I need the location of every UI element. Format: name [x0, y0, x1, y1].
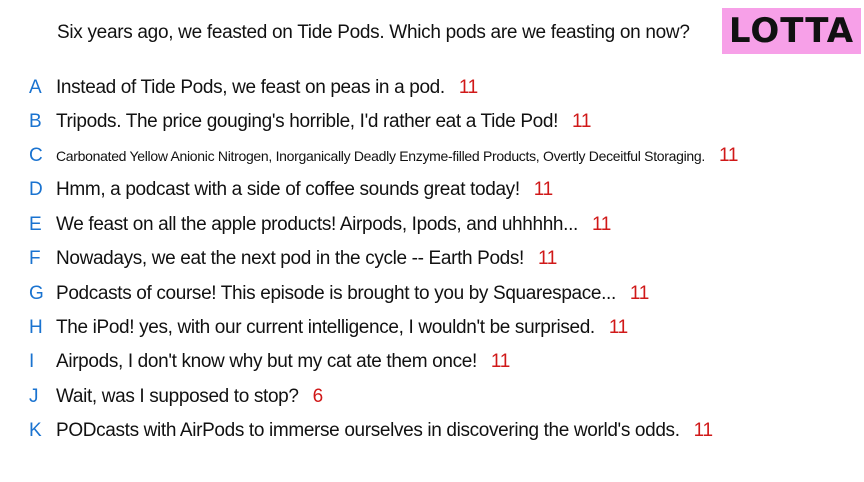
answer-text-value: Podcasts of course! This episode is brou… — [56, 283, 616, 304]
answer-letter: D — [29, 179, 43, 200]
answer-score: 11 — [458, 77, 478, 98]
answer-score: 11 — [490, 351, 510, 372]
answer-text: Carbonated Yellow Anionic Nitrogen, Inor… — [56, 145, 738, 167]
answer-text: Hmm, a podcast with a side of coffee sou… — [56, 179, 553, 201]
answer-letter: I — [29, 351, 35, 372]
answer-score: 11 — [693, 420, 713, 441]
answer-letter: A — [29, 77, 42, 98]
answer-text-value: PODcasts with AirPods to immerse ourselv… — [56, 420, 680, 441]
answer-score: 11 — [572, 111, 592, 132]
answer-text-value: Nowadays, we eat the next pod in the cyc… — [56, 248, 524, 269]
answer-letter: B — [29, 111, 42, 132]
answer-score: 11 — [719, 145, 739, 166]
answer-letter: G — [29, 283, 44, 304]
answer-letter: F — [29, 248, 41, 269]
answer-text-value: Wait, was I supposed to stop? — [56, 386, 299, 407]
answer-list: A Instead of Tide Pods, we feast on peas… — [0, 0, 864, 482]
answer-text-value: We feast on all the apple products! Airp… — [56, 214, 578, 235]
answer-letter: H — [29, 317, 43, 338]
answer-text-value: Instead of Tide Pods, we feast on peas i… — [56, 77, 445, 98]
answer-text: Tripods. The price gouging's horrible, I… — [56, 111, 591, 133]
answer-text-value: Tripods. The price gouging's horrible, I… — [56, 111, 559, 132]
answer-text: The iPod! yes, with our current intellig… — [56, 317, 628, 339]
answer-letter: E — [29, 214, 42, 235]
answer-text-value: The iPod! yes, with our current intellig… — [56, 317, 595, 338]
answer-text: We feast on all the apple products! Airp… — [56, 214, 611, 236]
answer-letter: K — [29, 420, 42, 441]
answer-score: 11 — [591, 214, 611, 235]
answer-score: 6 — [312, 386, 324, 407]
answer-text-value: Carbonated Yellow Anionic Nitrogen, Inor… — [56, 148, 705, 164]
answer-score: 11 — [629, 283, 649, 304]
answer-text: Podcasts of course! This episode is brou… — [56, 283, 649, 305]
answer-text: Wait, was I supposed to stop? 6 — [56, 386, 323, 408]
answer-score: 11 — [608, 317, 628, 338]
answer-text: Nowadays, we eat the next pod in the cyc… — [56, 248, 557, 270]
answer-text-value: Hmm, a podcast with a side of coffee sou… — [56, 179, 520, 200]
answer-score: 11 — [537, 248, 558, 269]
answer-text: Instead of Tide Pods, we feast on peas i… — [56, 77, 478, 99]
answer-text: Airpods, I don't know why but my cat ate… — [56, 351, 510, 373]
answer-text: PODcasts with AirPods to immerse ourselv… — [56, 420, 713, 442]
answer-text-value: Airpods, I don't know why but my cat ate… — [56, 351, 477, 372]
answer-letter: J — [29, 386, 39, 407]
answer-letter: C — [29, 145, 43, 166]
answer-score: 11 — [533, 179, 553, 200]
